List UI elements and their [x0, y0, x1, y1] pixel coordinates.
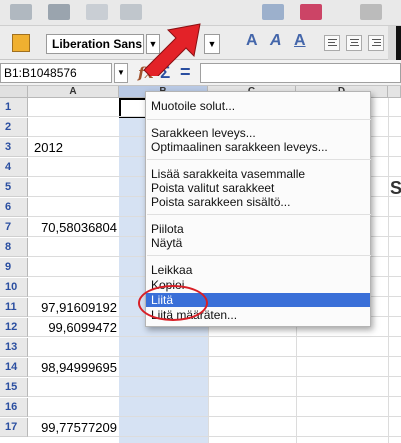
italic-icon[interactable]: A	[270, 32, 282, 50]
cell-a[interactable]: 99,77577209	[28, 418, 117, 437]
partial-text: S	[390, 178, 401, 198]
row-header[interactable]: 8	[0, 238, 28, 257]
row-header[interactable]: 3	[0, 138, 28, 157]
cell-a[interactable]: 2012	[34, 138, 63, 157]
table-row	[28, 338, 401, 357]
column-header-e[interactable]	[388, 86, 401, 98]
row-header[interactable]: 5	[0, 178, 28, 197]
open-icon[interactable]	[10, 4, 32, 20]
name-box-dropdown[interactable]: ▼	[114, 63, 128, 83]
annotation-circle	[138, 285, 208, 321]
cell-a[interactable]: 98,94999695	[28, 358, 117, 377]
bold-icon[interactable]: A	[246, 32, 258, 50]
menu-item-insert-columns-left[interactable]: Lisää sarakkeita vasemmalle	[146, 167, 370, 181]
row-header[interactable]: 2	[0, 118, 28, 137]
chart-icon[interactable]	[262, 4, 284, 20]
row-header[interactable]: 13	[0, 338, 28, 357]
menu-separator	[147, 119, 371, 120]
row-header[interactable]: 14	[0, 358, 28, 377]
row-header[interactable]: 15	[0, 378, 28, 397]
row-header[interactable]: 6	[0, 198, 28, 217]
row-header[interactable]: 11	[0, 298, 28, 317]
menu-item-hide[interactable]: Piilota	[146, 222, 370, 236]
align-center-icon[interactable]	[346, 35, 362, 51]
menu-item-delete-columns[interactable]: Poista valitut sarakkeet	[146, 181, 370, 195]
align-right-icon[interactable]	[368, 35, 384, 51]
cell-a[interactable]: 70,58036804	[28, 218, 117, 237]
align-left-icon[interactable]	[324, 35, 340, 51]
styles-icon[interactable]	[12, 34, 30, 52]
menu-item-column-width[interactable]: Sarakkeen leveys...	[146, 126, 370, 140]
row-header[interactable]: 12	[0, 318, 28, 337]
menu-separator	[147, 159, 371, 160]
menu-item-cut[interactable]: Leikkaa	[146, 263, 370, 277]
column-header-a[interactable]: A	[28, 86, 119, 98]
name-box[interactable]: B1:B1048576	[0, 63, 112, 83]
table-row	[28, 398, 401, 417]
row-header[interactable]: 4	[0, 158, 28, 177]
row-header[interactable]: 9	[0, 258, 28, 277]
row-header[interactable]: 10	[0, 278, 28, 297]
menu-separator	[147, 214, 371, 215]
row-header[interactable]: 16	[0, 398, 28, 417]
row-header[interactable]: 7	[0, 218, 28, 237]
table-row	[28, 378, 401, 397]
cell-a[interactable]: 97,91609192	[28, 298, 117, 317]
underline-icon[interactable]: A	[294, 32, 306, 50]
menu-item-delete-contents[interactable]: Poista sarakkeen sisältö...	[146, 195, 370, 209]
menu-separator	[147, 255, 371, 256]
menu-item-format-cells[interactable]: Muotoile solut...	[146, 99, 370, 113]
save-icon[interactable]	[48, 4, 70, 20]
select-all-corner[interactable]	[0, 86, 28, 98]
email-icon[interactable]	[86, 4, 108, 20]
row-header[interactable]: 1	[0, 98, 28, 117]
font-name-box[interactable]: Liberation Sans	[46, 34, 144, 54]
menu-item-optimal-column-width[interactable]: Optimaalinen sarakkeen leveys...	[146, 140, 370, 154]
annotation-arrow-icon	[143, 23, 201, 76]
cell-a[interactable]: 99,6099472	[28, 318, 117, 337]
edit-file-icon[interactable]	[120, 4, 142, 20]
menu-item-show[interactable]: Näytä	[146, 236, 370, 250]
spellcheck-icon[interactable]	[300, 4, 322, 20]
zoom-icon[interactable]	[360, 4, 382, 20]
row-header[interactable]: 17	[0, 418, 28, 437]
